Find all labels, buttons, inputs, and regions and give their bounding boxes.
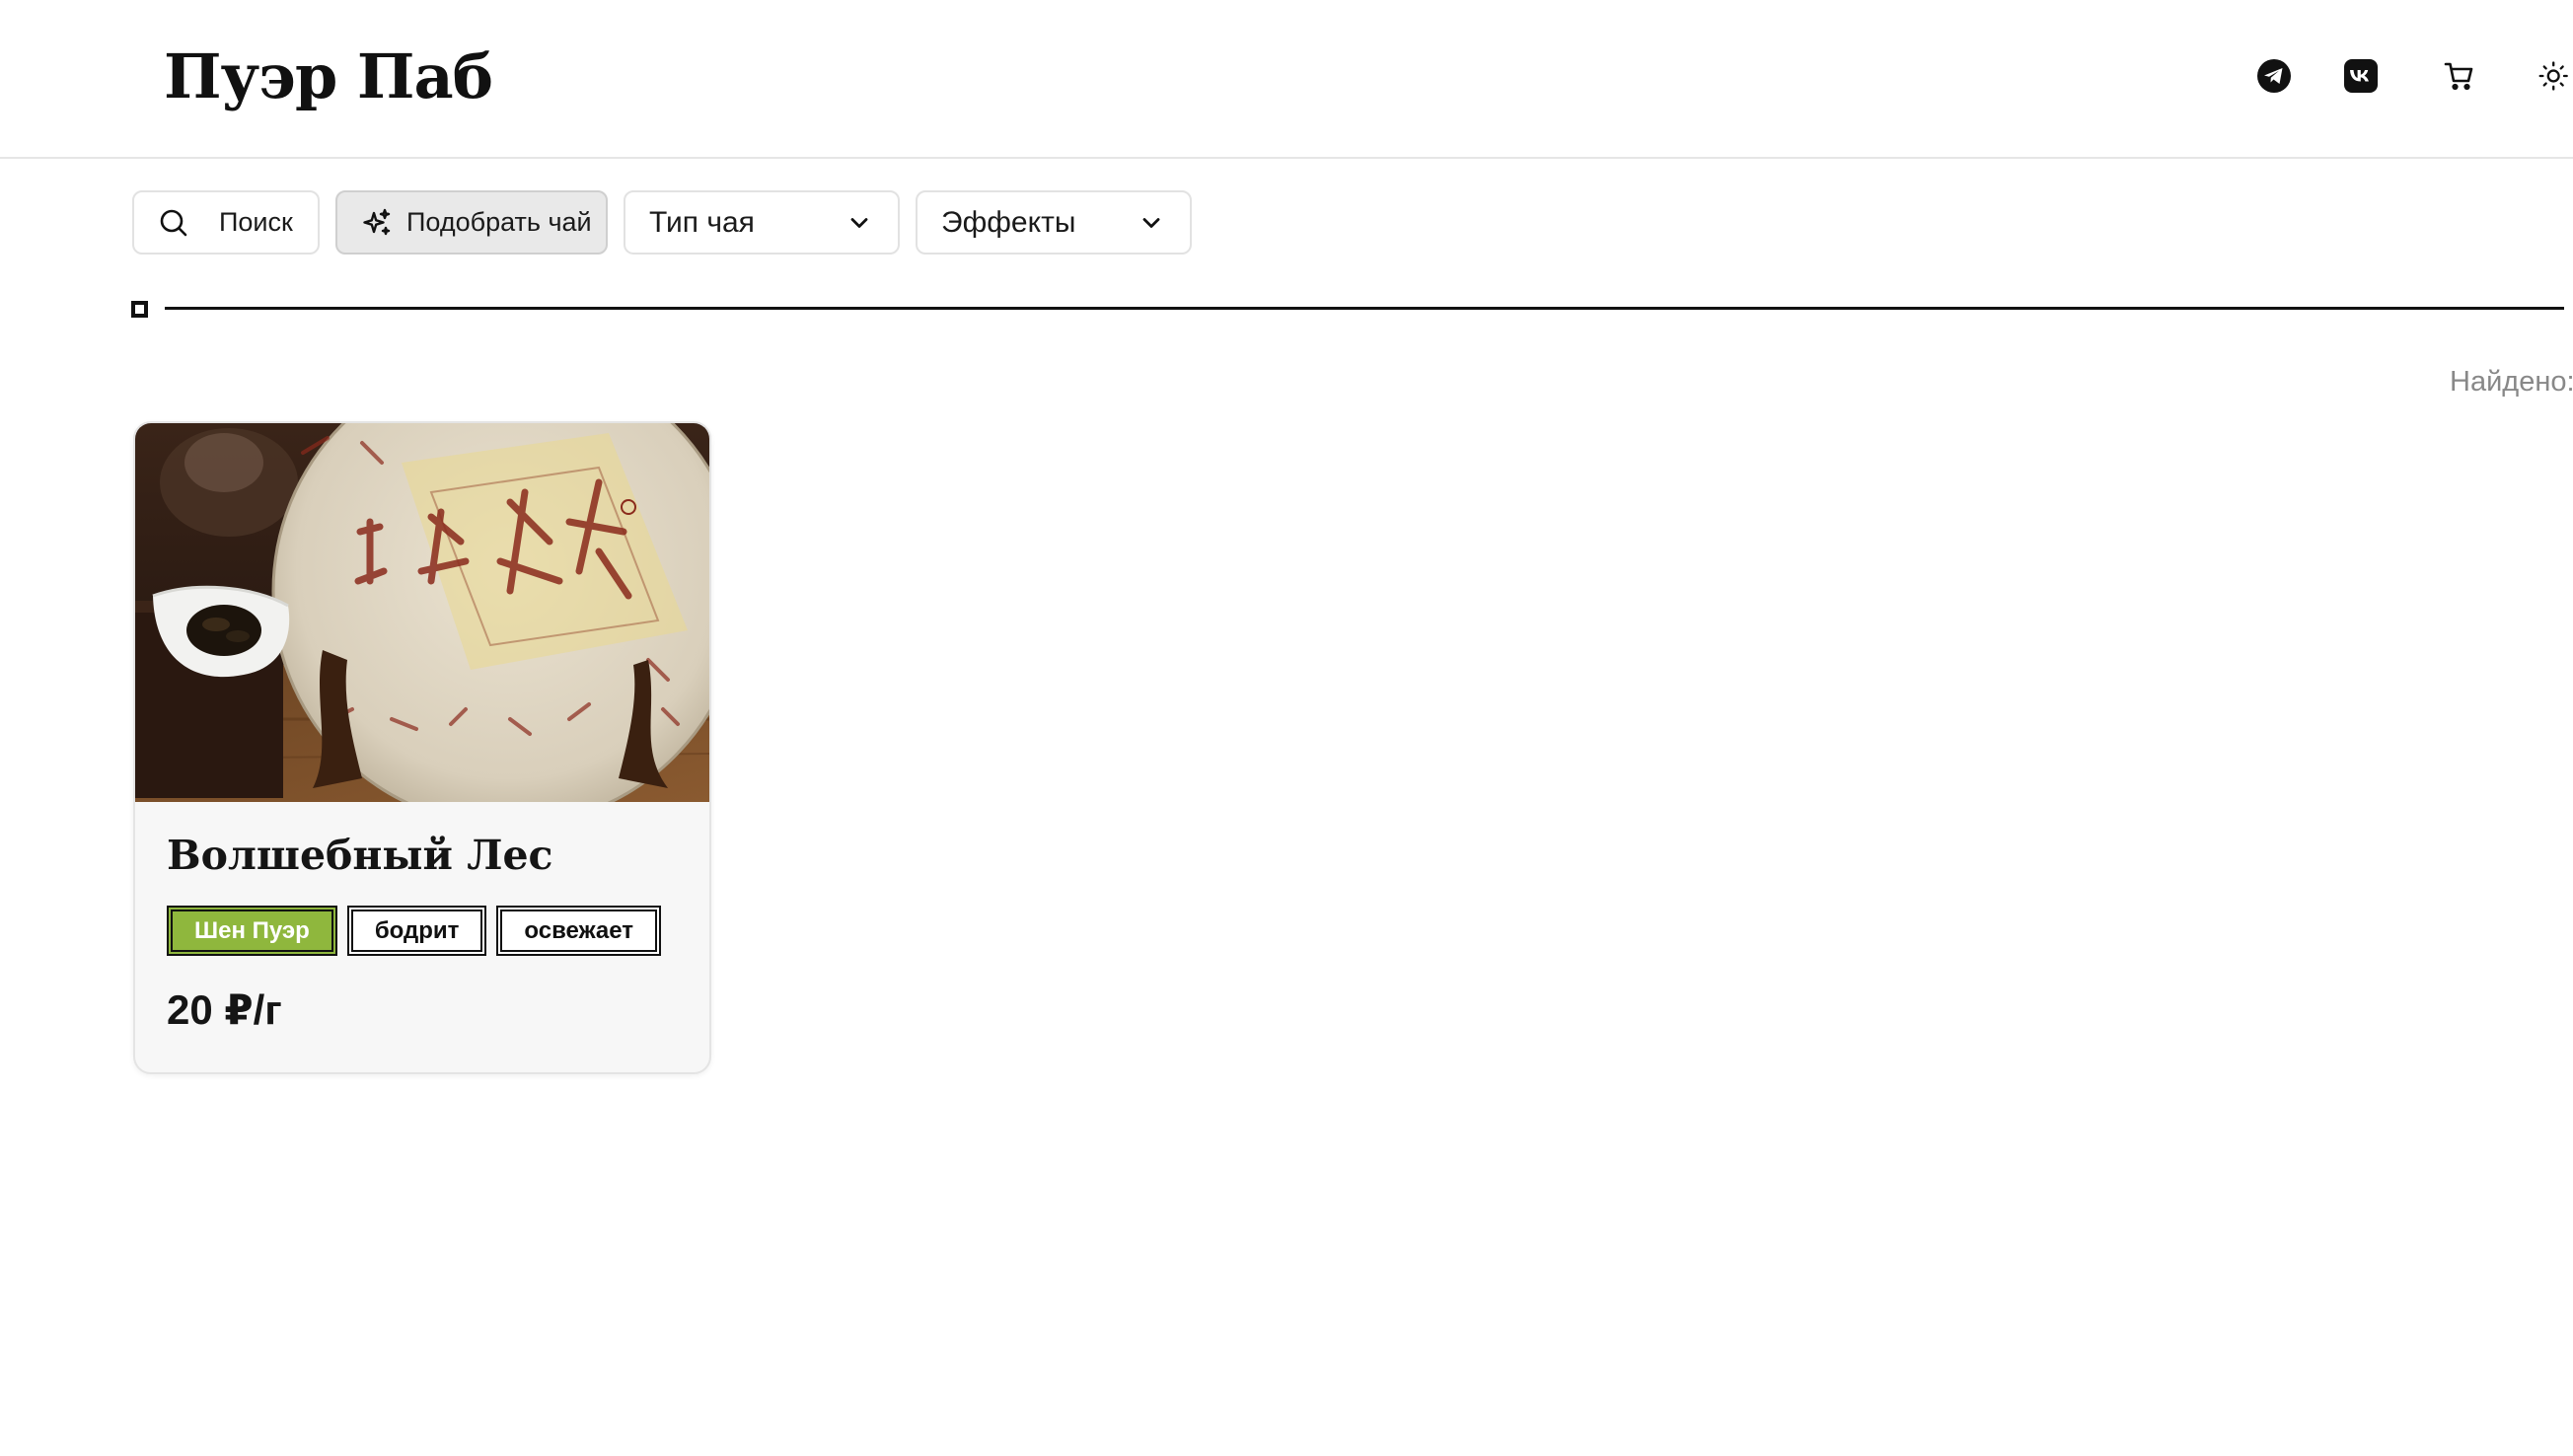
tea-type-label: Тип чая	[649, 205, 755, 239]
effects-select[interactable]: Эффекты	[916, 190, 1192, 255]
pick-tea-button[interactable]: Подобрать чай	[335, 190, 608, 255]
theme-sun-icon[interactable]	[2537, 54, 2573, 98]
chevron-down-icon	[846, 210, 872, 236]
sparkles-icon	[361, 207, 393, 239]
pick-tea-label: Подобрать чай	[406, 207, 592, 237]
tag-tea-type[interactable]: Шен Пуэр	[167, 906, 337, 956]
cart-icon[interactable]	[2438, 54, 2481, 98]
product-card[interactable]: Волшебный Лес Шен Пуэр бодрит освежает 2…	[133, 421, 711, 1074]
price-range-handle[interactable]	[131, 301, 148, 318]
tea-type-select[interactable]: Тип чая	[624, 190, 900, 255]
site-logo[interactable]: Пуэр Паб	[164, 37, 493, 116]
results-count: Найдено:	[2450, 366, 2573, 398]
product-price: 20 ₽/г	[167, 986, 282, 1033]
product-tags: Шен Пуэр бодрит освежает	[167, 906, 662, 956]
telegram-icon[interactable]	[2252, 54, 2296, 98]
tag-effect[interactable]: бодрит	[346, 906, 487, 956]
price-range-track[interactable]	[165, 307, 2564, 310]
search-button[interactable]: Поиск	[132, 190, 320, 255]
effects-label: Эффекты	[941, 205, 1076, 239]
vk-icon[interactable]	[2339, 54, 2383, 98]
tag-effect[interactable]: освежает	[496, 906, 662, 956]
search-icon	[158, 207, 189, 239]
search-label: Поиск	[219, 207, 293, 237]
product-title[interactable]: Волшебный Лес	[167, 832, 553, 879]
site-header: Пуэр Паб	[0, 0, 2573, 159]
chevron-down-icon	[1139, 210, 1164, 236]
product-image	[135, 423, 709, 802]
